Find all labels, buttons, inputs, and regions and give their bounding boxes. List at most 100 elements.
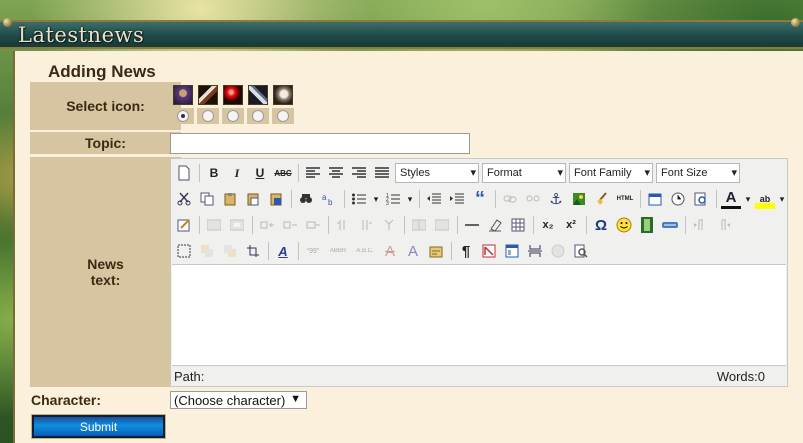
html-source-button[interactable]: HTML <box>615 189 635 209</box>
ltr-icon[interactable] <box>690 215 710 235</box>
icon-radio-1[interactable] <box>177 110 189 122</box>
insert-col-after-icon[interactable] <box>356 215 376 235</box>
remove-format-icon[interactable] <box>485 215 505 235</box>
delete-row-icon[interactable] <box>303 215 323 235</box>
numbered-list-icon[interactable]: 123 <box>383 189 403 209</box>
icon-option[interactable] <box>222 85 244 124</box>
underline-button[interactable]: U <box>250 163 270 183</box>
abbr-button[interactable]: ABBR <box>326 241 350 261</box>
icon-option[interactable] <box>197 85 219 124</box>
show-blocks-button[interactable]: ¶ <box>456 241 476 261</box>
styleprops-button[interactable]: A <box>273 241 293 261</box>
fullscreen-preview-icon[interactable] <box>571 241 591 261</box>
page-break-line-icon[interactable] <box>525 241 545 261</box>
copy-icon[interactable] <box>197 189 217 209</box>
highlight-color-button[interactable]: ab <box>755 189 775 209</box>
new-document-icon[interactable] <box>174 163 194 183</box>
align-right-icon[interactable] <box>349 163 369 183</box>
italic-button[interactable]: I <box>227 163 247 183</box>
anchor-icon[interactable]: ⚓ <box>546 189 566 209</box>
page-break-icon[interactable] <box>660 215 680 235</box>
icon-radio-5[interactable] <box>277 110 289 122</box>
topic-label: Topic: <box>30 132 181 154</box>
select-icon-label: Select icon: <box>30 82 181 130</box>
link-icon[interactable] <box>500 189 520 209</box>
paste-icon[interactable] <box>220 189 240 209</box>
insert-layer-icon[interactable] <box>174 241 194 261</box>
icon-radio-2[interactable] <box>202 110 214 122</box>
topic-input[interactable] <box>170 133 470 154</box>
insert-text-button[interactable]: A <box>403 241 423 261</box>
move-backward-icon[interactable] <box>220 241 240 261</box>
superscript-button[interactable]: x² <box>561 215 581 235</box>
replace-icon[interactable]: ab <box>319 189 339 209</box>
font-size-dropdown[interactable]: Font Size <box>656 163 740 183</box>
attributes-icon[interactable] <box>426 241 446 261</box>
find-icon[interactable] <box>296 189 316 209</box>
emoticon-icon[interactable] <box>614 215 634 235</box>
mage-portrait-icon[interactable] <box>173 85 193 105</box>
nonbreaking-icon[interactable] <box>479 241 499 261</box>
chevron-down-icon[interactable]: ▾ <box>778 189 786 209</box>
delete-col-icon[interactable] <box>379 215 399 235</box>
table-row-props-icon[interactable] <box>204 215 224 235</box>
merge-cells-icon[interactable] <box>432 215 452 235</box>
insert-col-before-icon[interactable] <box>333 215 353 235</box>
paste-word-icon[interactable] <box>266 189 286 209</box>
icon-option[interactable] <box>172 85 194 124</box>
red-orb-icon[interactable] <box>223 85 243 105</box>
align-justify-icon[interactable] <box>372 163 392 183</box>
image-icon[interactable] <box>569 189 589 209</box>
acronym-button[interactable]: A.B.C. <box>353 241 377 261</box>
insert-row-after-icon[interactable] <box>280 215 300 235</box>
align-center-icon[interactable] <box>326 163 346 183</box>
media-icon[interactable] <box>637 215 657 235</box>
absolute-position-icon[interactable] <box>243 241 263 261</box>
align-left-icon[interactable] <box>303 163 323 183</box>
unlink-icon[interactable] <box>523 189 543 209</box>
styles-dropdown[interactable]: Styles <box>395 163 479 183</box>
font-family-dropdown[interactable]: Font Family <box>569 163 653 183</box>
format-dropdown[interactable]: Format <box>482 163 566 183</box>
visual-aid-icon[interactable] <box>508 215 528 235</box>
icon-radio-4[interactable] <box>252 110 264 122</box>
cleanup-icon[interactable] <box>592 189 612 209</box>
strikethrough-button[interactable]: ABC <box>273 163 293 183</box>
cut-icon[interactable] <box>174 189 194 209</box>
sword-icon[interactable] <box>248 85 268 105</box>
icon-radio-3[interactable] <box>227 110 239 122</box>
insert-time-icon[interactable] <box>668 189 688 209</box>
font-color-button[interactable]: A <box>721 189 741 209</box>
icon-option[interactable] <box>247 85 269 124</box>
editor-text-area[interactable] <box>172 264 786 366</box>
template-icon[interactable] <box>502 241 522 261</box>
special-char-button[interactable]: Ω <box>591 215 611 235</box>
axe-icon[interactable] <box>198 85 218 105</box>
outdent-icon[interactable] <box>424 189 444 209</box>
insert-date-icon[interactable] <box>645 189 665 209</box>
table-cell-props-icon[interactable] <box>227 215 247 235</box>
blockquote-button[interactable]: “ <box>470 188 490 210</box>
skull-icon[interactable] <box>273 85 293 105</box>
move-forward-icon[interactable] <box>197 241 217 261</box>
chevron-down-icon[interactable]: ▾ <box>406 189 414 209</box>
preview-icon[interactable] <box>691 189 711 209</box>
chevron-down-icon[interactable]: ▾ <box>744 189 752 209</box>
cite-button[interactable]: “99” <box>303 241 323 261</box>
paste-text-icon[interactable] <box>243 189 263 209</box>
help-icon[interactable] <box>548 241 568 261</box>
icon-option[interactable] <box>272 85 294 124</box>
rtl-icon[interactable] <box>713 215 733 235</box>
chevron-down-icon[interactable]: ▾ <box>372 189 380 209</box>
bold-button[interactable]: B <box>204 163 224 183</box>
bullet-list-icon[interactable] <box>349 189 369 209</box>
horizontal-rule-icon[interactable] <box>462 215 482 235</box>
subscript-button[interactable]: x₂ <box>538 215 558 235</box>
edit-table-icon[interactable] <box>174 215 194 235</box>
delete-text-button[interactable]: A <box>380 241 400 261</box>
insert-row-before-icon[interactable] <box>257 215 277 235</box>
split-cells-icon[interactable] <box>409 215 429 235</box>
character-select[interactable]: (Choose character) ▼ <box>170 391 307 409</box>
submit-button[interactable]: Submit <box>31 414 166 439</box>
indent-icon[interactable] <box>447 189 467 209</box>
